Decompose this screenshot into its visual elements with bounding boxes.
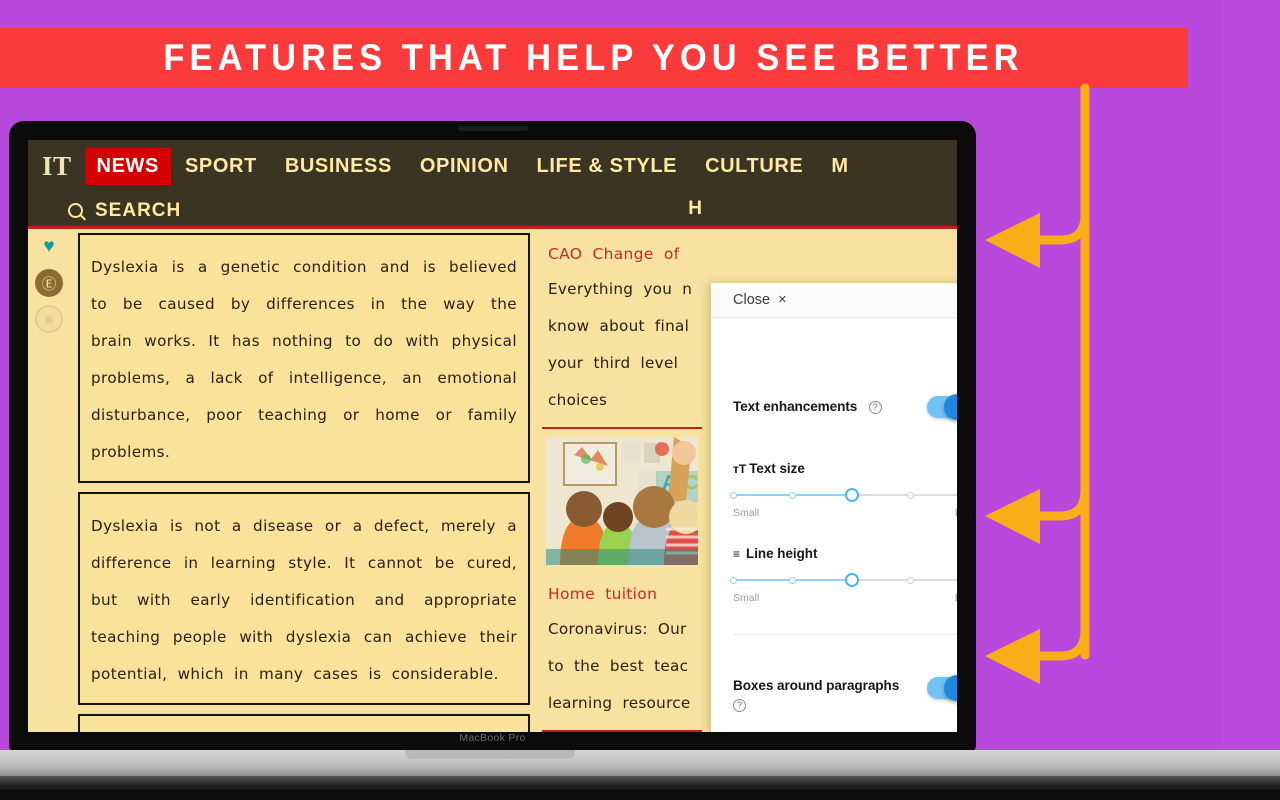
laptop-screen: IT NEWS SPORT BUSINESS OPINION LIFE & ST… (28, 140, 957, 732)
slider-tick[interactable] (788, 491, 796, 499)
line-height-min-label: Small (733, 592, 760, 604)
line-height-end-labels: Small Big (733, 592, 957, 604)
boxes-around-paragraphs-label: Boxes around paragraphs (733, 678, 900, 693)
banner-title: Features that help you see better (163, 37, 1025, 78)
text-size-icon: ᴛT (733, 462, 747, 476)
search-label: SEARCH (95, 199, 182, 221)
slider-tick[interactable] (788, 576, 796, 584)
secondary-nav-partial[interactable]: H (688, 198, 702, 220)
laptop-foot (0, 776, 1280, 790)
accessibility-settings-panel: Close × Text enhancements ? ᴛT Text size… (711, 283, 957, 732)
slider-thumb[interactable] (844, 488, 859, 502)
nav-item-business[interactable]: BUSINESS (271, 155, 406, 178)
paragraph-text: A problem learning to read and or spell … (91, 730, 517, 732)
line-height-label: Line height (746, 546, 818, 561)
stop-square-icon[interactable]: ■ (35, 305, 63, 333)
slider-tick[interactable] (729, 491, 737, 499)
paragraph-box: Dyslexia is a genetic condition and is b… (78, 233, 530, 483)
text-enhancements-label: Text enhancements (733, 399, 858, 414)
toggle-knob (944, 675, 957, 701)
text-size-max-label: Big (955, 507, 957, 519)
nav-item-more[interactable]: M (817, 155, 862, 178)
nav-item-news[interactable]: NEWS (84, 148, 171, 185)
nav-item-opinion[interactable]: OPINION (406, 155, 523, 178)
card-headline: Home tuition (548, 585, 658, 603)
slider-tick[interactable] (729, 576, 737, 584)
nav-item-sport[interactable]: SPORT (171, 155, 271, 178)
sidebar-card[interactable]: CAO Change of Everything you n know abou… (542, 231, 702, 429)
heart-icon[interactable]: ♥ (35, 233, 63, 261)
boxes-section: Boxes around paragraphs ? (711, 635, 957, 712)
card-body: Everything you n know about final your t… (548, 280, 693, 409)
boxes-around-paragraphs-row: Boxes around paragraphs ? (733, 675, 957, 712)
text-size-label: Text size (749, 461, 805, 476)
nav-item-culture[interactable]: CULTURE (691, 155, 817, 178)
site-navigation-bar: IT NEWS SPORT BUSINESS OPINION LIFE & ST… (28, 140, 957, 229)
search-icon (68, 203, 83, 218)
screenshot-root: Features that help you see better MacBoo… (0, 0, 1280, 800)
text-size-slider[interactable] (729, 488, 957, 502)
text-size-end-labels: Small Big (733, 507, 957, 519)
boxes-around-paragraphs-toggle[interactable] (927, 675, 957, 701)
text-enhancements-row: Text enhancements ? (733, 394, 957, 420)
left-icon-rail: ♥ Ⓔ ■ (28, 229, 70, 732)
help-icon[interactable]: ? (868, 401, 882, 414)
laptop-base-notch (405, 750, 575, 759)
line-height-block: ≡ Line height Small (729, 545, 957, 604)
slider-tick[interactable] (907, 491, 915, 499)
paragraph-box: A problem learning to read and or spell … (78, 714, 530, 732)
paragraph-text: Dyslexia is a genetic condition and is b… (91, 258, 517, 461)
site-logo[interactable]: IT (36, 151, 85, 182)
text-size-block: ᴛT Text size Small (729, 460, 957, 519)
paragraph-text: Dyslexia is not a disease or a defect, m… (91, 517, 517, 683)
laptop-base (0, 750, 1280, 776)
background-edge-strip (1222, 0, 1280, 800)
card-headline: CAO Change of (548, 245, 680, 263)
search-row[interactable]: SEARCH (28, 193, 957, 228)
laptop-shadow (0, 790, 1280, 800)
accessibility-person-icon[interactable]: Ⓔ (35, 269, 63, 297)
line-height-title-row: ≡ Line height (733, 545, 957, 563)
sidebar-card[interactable]: Home tuition Coronavirus: Our to the bes… (542, 571, 702, 732)
text-enhancements-toggle[interactable] (927, 394, 957, 420)
line-height-slider[interactable] (729, 573, 957, 587)
sidebar-cards-column: CAO Change of Everything you n know abou… (542, 229, 702, 732)
nav-item-life-and-style[interactable]: LIFE & STYLE (523, 155, 692, 178)
close-label: Close (733, 292, 771, 308)
paragraph-box: Dyslexia is not a disease or a defect, m… (78, 492, 530, 705)
card-body: Coronavirus: Our to the best teac learni… (548, 620, 691, 712)
line-height-max-label: Big (955, 592, 957, 604)
laptop-model-label: MacBook Pro (459, 732, 526, 744)
slider-thumb[interactable] (844, 573, 859, 587)
panel-header[interactable]: Close × (711, 283, 957, 318)
slider-tick[interactable] (907, 576, 915, 584)
toggle-knob (944, 394, 957, 420)
help-icon[interactable]: ? (733, 699, 746, 712)
close-icon[interactable]: × (778, 292, 786, 308)
line-height-icon: ≡ (733, 547, 741, 561)
classroom-photo: A C (546, 437, 698, 565)
primary-nav-row: IT NEWS SPORT BUSINESS OPINION LIFE & ST… (28, 140, 957, 193)
text-size-min-label: Small (733, 507, 760, 519)
article-column: Dyslexia is a genetic condition and is b… (70, 229, 542, 732)
laptop-frame: MacBook Pro IT NEWS SPORT BUSINESS OPINI… (10, 122, 975, 750)
laptop-camera-notch (457, 126, 528, 131)
text-size-title-row: ᴛT Text size (733, 460, 957, 478)
text-enhancements-section: Text enhancements ? ᴛT Text size Small ≡… (711, 318, 957, 604)
headline-banner: Features that help you see better (0, 28, 1188, 88)
